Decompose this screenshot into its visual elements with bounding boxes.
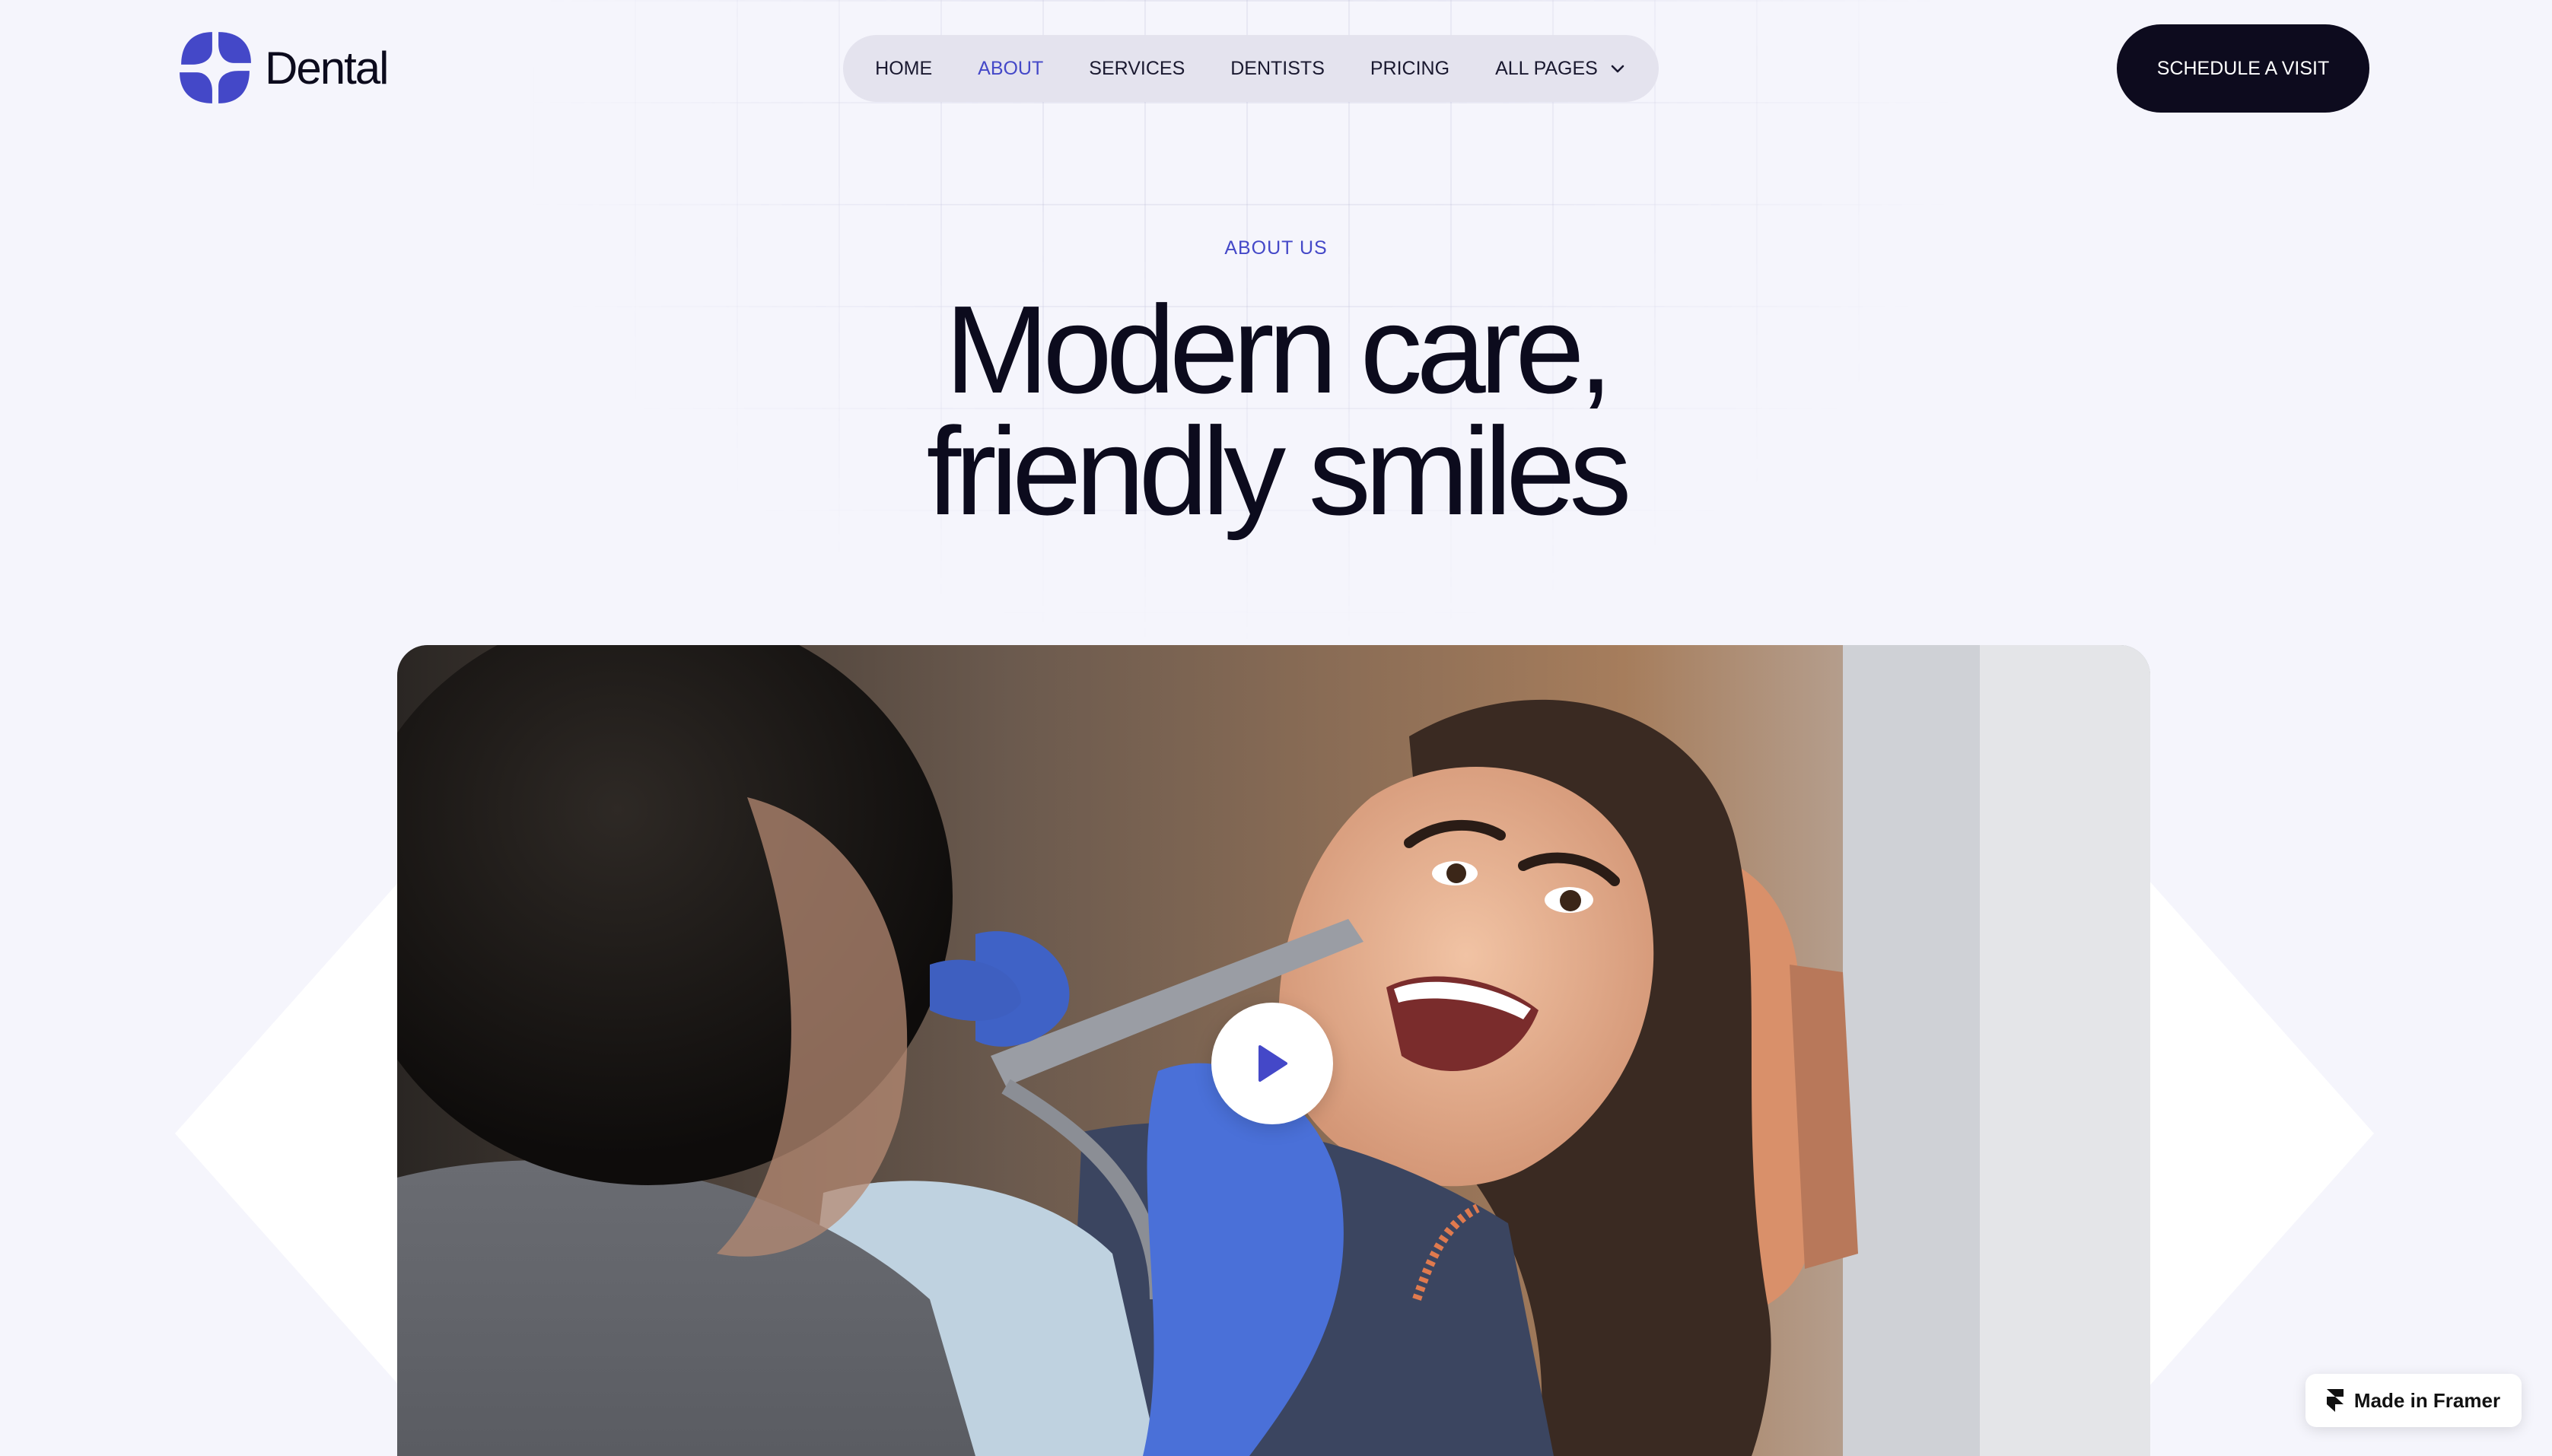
- schedule-visit-button[interactable]: SCHEDULE A VISIT: [2117, 24, 2369, 113]
- page-title-line-1: Modern care,: [944, 280, 1613, 419]
- nav-item-label: PRICING: [1370, 57, 1450, 79]
- nav-item-services[interactable]: SERVICES: [1089, 58, 1185, 80]
- nav-item-pricing[interactable]: PRICING: [1370, 58, 1449, 80]
- nav-item-label: HOME: [875, 57, 933, 79]
- made-in-framer-badge[interactable]: Made in Framer: [2305, 1374, 2522, 1427]
- play-icon: [1258, 1045, 1287, 1082]
- nav-item-dentists[interactable]: DENTISTS: [1230, 58, 1325, 80]
- play-video-button[interactable]: [1211, 1003, 1333, 1124]
- framer-logo-icon: [2326, 1389, 2344, 1412]
- page-title-line-2: friendly smiles: [926, 402, 1632, 541]
- logo-icon: [180, 32, 251, 103]
- brand-logo[interactable]: Dental: [177, 29, 389, 106]
- nav-item-label: ALL PAGES: [1495, 57, 1598, 79]
- nav-item-label: ABOUT: [978, 57, 1044, 79]
- section-eyebrow: ABOUT US: [1224, 237, 1328, 259]
- nav-item-about[interactable]: ABOUT: [978, 58, 1043, 80]
- nav-item-home[interactable]: HOME: [875, 58, 932, 80]
- nav-item-label: SERVICES: [1089, 57, 1185, 79]
- brand-name: Dental: [265, 42, 389, 94]
- badge-label: Made in Framer: [2353, 1388, 2501, 1412]
- nav-item-label: DENTISTS: [1230, 57, 1325, 79]
- main-nav: HOME ABOUT SERVICES DENTISTS PRICING ALL…: [843, 35, 1659, 102]
- page-title: Modern care, friendly smiles: [0, 280, 2552, 541]
- chevron-down-icon: [1611, 65, 1624, 73]
- nav-item-all-pages[interactable]: ALL PAGES: [1495, 58, 1627, 80]
